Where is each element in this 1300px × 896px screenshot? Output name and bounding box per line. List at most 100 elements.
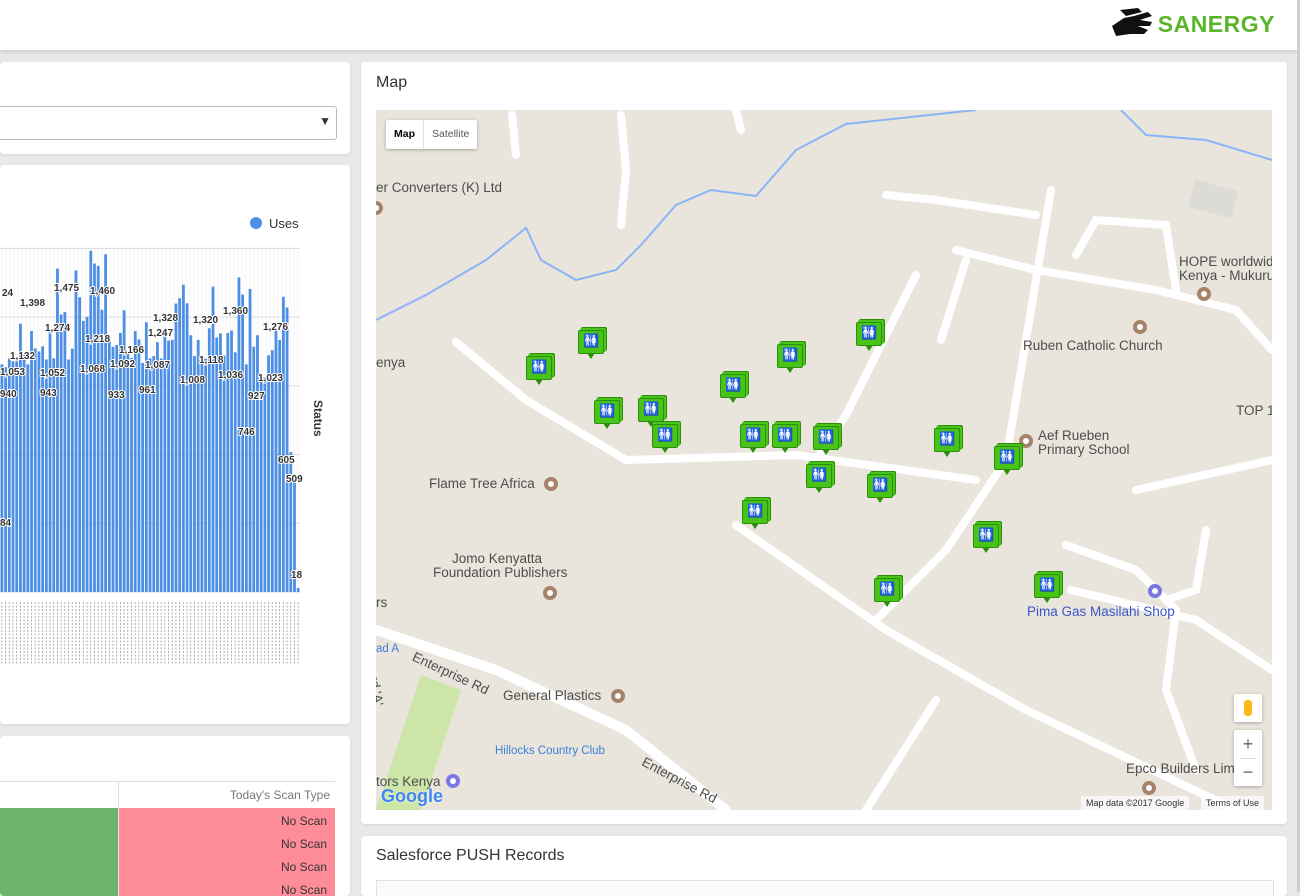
data-label: 1,036 <box>218 370 243 381</box>
map-attribution: Map data ©2017 Google <box>1081 796 1190 810</box>
toilet-marker[interactable]: 🚻 <box>874 578 900 607</box>
toilet-marker[interactable]: 🚻 <box>777 344 803 373</box>
data-label: 1,398 <box>20 298 45 309</box>
data-label: 1,328 <box>153 313 178 324</box>
toilet-marker[interactable]: 🚻 <box>578 330 604 359</box>
scan-row: No Scan <box>280 814 327 828</box>
bar <box>189 335 193 592</box>
bar <box>267 355 270 592</box>
bar <box>22 355 26 592</box>
bar <box>167 340 170 592</box>
bar <box>93 263 96 592</box>
usage-bar-chart: 24 1,398 1,475 1,460 1,274 1,132 1,218 1,328 1,3… <box>0 245 304 664</box>
bar <box>259 373 263 592</box>
data-label: 84 <box>0 518 12 529</box>
usage-chart-panel: Uses 24 1,398 1,475 1,460 1,274 1,132 1,218 1,3… <box>0 165 350 724</box>
scan-type-header[interactable]: Today's Scan Type <box>120 788 330 802</box>
terms-link[interactable]: Terms of Use <box>1201 796 1265 810</box>
map-label: Kenya - Mukuru <box>1179 268 1272 283</box>
toilet-icon: 🚻 <box>747 503 763 518</box>
data-label: 943 <box>40 388 57 399</box>
bar <box>119 332 122 592</box>
toilet-marker[interactable]: 🚻 <box>994 446 1020 475</box>
toilet-marker[interactable]: 🚻 <box>720 374 746 403</box>
map-label: rs <box>376 595 388 610</box>
toilet-marker[interactable]: 🚻 <box>813 426 839 455</box>
bar <box>56 268 59 592</box>
bar <box>130 357 133 592</box>
toilet-marker[interactable]: 🚻 <box>526 356 552 385</box>
bar <box>100 309 104 592</box>
bar <box>263 377 267 592</box>
toilet-marker[interactable]: 🚻 <box>742 500 768 529</box>
toilet-icon: 🚻 <box>531 359 547 374</box>
bar <box>30 331 33 592</box>
data-label: 1,052 <box>40 368 65 379</box>
church-icon <box>1133 320 1147 334</box>
location-select[interactable]: ▼ <box>0 106 337 140</box>
bar <box>78 297 82 592</box>
salesforce-table-header <box>376 880 1274 896</box>
toilet-marker[interactable]: 🚻 <box>652 424 678 453</box>
bar <box>41 346 45 592</box>
street-view-pegman[interactable] <box>1234 694 1262 722</box>
data-label: 605 <box>278 455 295 466</box>
map-label: Aef Rueben <box>1038 428 1110 443</box>
scan-table-panel: Today's Scan Type No Scan No Scan No Sca… <box>0 736 350 896</box>
bar <box>281 296 285 592</box>
bar <box>222 355 226 592</box>
status-cell-ok <box>0 808 118 896</box>
data-label: 18 <box>291 570 303 581</box>
toilet-marker[interactable]: 🚻 <box>1034 574 1060 603</box>
google-logo: Google <box>381 786 443 806</box>
bar <box>81 320 85 592</box>
toilet-marker[interactable]: 🚻 <box>934 428 960 457</box>
poi-icon <box>543 586 557 600</box>
bar <box>115 344 119 592</box>
toilet-icon: 🚻 <box>583 333 599 348</box>
bar <box>26 364 30 592</box>
map-panel-title: Map <box>376 74 408 91</box>
toilet-icon: 🚻 <box>782 347 798 362</box>
zoom-out-button[interactable]: − <box>1234 758 1262 786</box>
toilet-icon: 🚻 <box>777 427 793 442</box>
map-label: HOPE worldwid <box>1179 254 1272 269</box>
toilet-icon: 🚻 <box>999 449 1015 464</box>
bar <box>96 265 100 592</box>
bar <box>185 303 189 592</box>
bar <box>248 288 252 592</box>
map-label: General Plastics <box>503 688 602 703</box>
toilet-marker[interactable]: 🚻 <box>594 400 620 429</box>
toilet-icon: 🚻 <box>978 527 994 542</box>
data-label: 509 <box>286 474 303 485</box>
pegman-icon <box>1244 700 1252 716</box>
toilet-marker[interactable]: 🚻 <box>973 524 999 553</box>
toilet-marker[interactable]: 🚻 <box>772 424 798 453</box>
bar <box>141 362 145 592</box>
toilet-icon: 🚻 <box>818 429 834 444</box>
map-type-map-button[interactable]: Map <box>386 120 424 149</box>
toilet-marker[interactable]: 🚻 <box>856 322 882 351</box>
zoom-in-button[interactable]: + <box>1234 730 1262 758</box>
toilet-icon: 🚻 <box>745 427 761 442</box>
data-label: 1,247 <box>148 328 173 339</box>
map-canvas[interactable]: Map Satellite er Converters (K) Ltd HOPE… <box>376 110 1272 810</box>
bar <box>178 298 182 592</box>
data-label: 961 <box>139 385 156 396</box>
sanergy-logo[interactable]: SANERGY <box>1108 6 1275 42</box>
bar <box>170 339 174 592</box>
toilet-marker[interactable]: 🚻 <box>638 398 664 427</box>
data-label: 1,092 <box>110 359 135 370</box>
bar <box>252 346 256 592</box>
map-type-satellite-button[interactable]: Satellite <box>424 120 477 149</box>
bar <box>241 294 245 592</box>
toilet-marker[interactable]: 🚻 <box>867 474 893 503</box>
bar <box>193 356 196 592</box>
toilet-marker[interactable]: 🚻 <box>740 424 766 453</box>
map-label: Jomo Kenyatta <box>452 551 543 566</box>
data-label: 1,475 <box>54 283 79 294</box>
bar <box>200 358 204 592</box>
scan-row: No Scan <box>280 860 327 874</box>
map-type-control[interactable]: Map Satellite <box>386 120 478 149</box>
toilet-marker[interactable]: 🚻 <box>806 464 832 493</box>
